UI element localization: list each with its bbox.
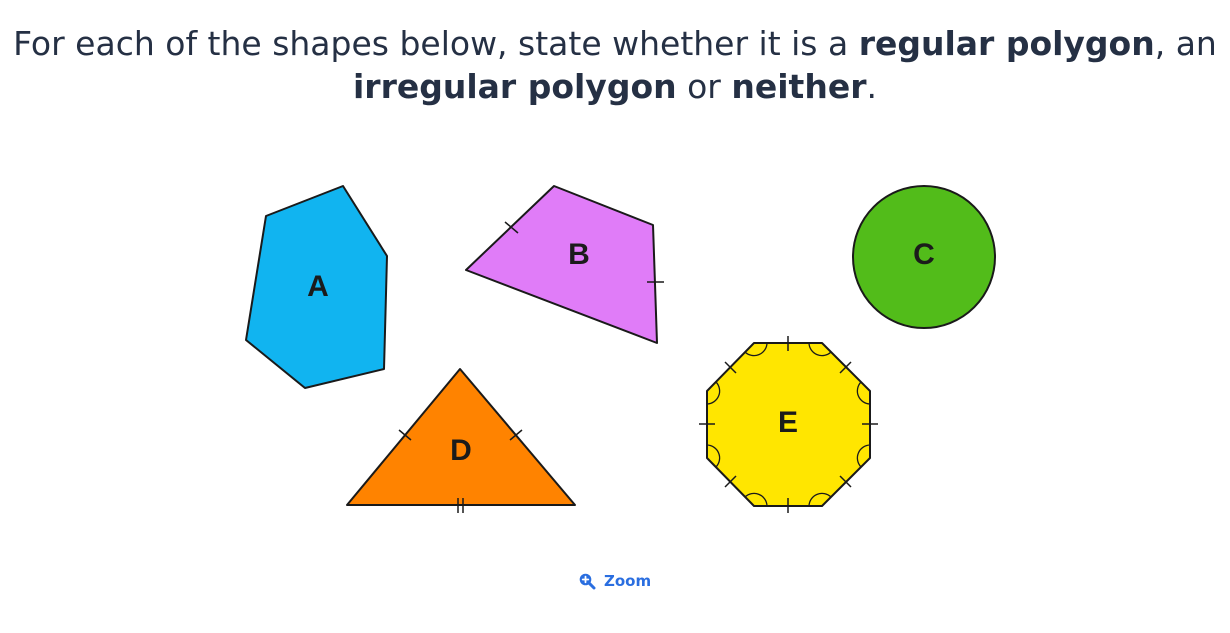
zoom-label[interactable]: Zoom xyxy=(604,572,651,590)
shape-b-label: B xyxy=(568,238,590,271)
shape-d-label: D xyxy=(450,434,472,467)
shape-d: D xyxy=(346,368,576,513)
zoom-in-icon xyxy=(579,573,596,590)
shapes-figure: A B C D E xyxy=(245,185,996,513)
shape-e-label: E xyxy=(778,406,798,439)
shape-c-label: C xyxy=(913,238,935,271)
shape-c: C xyxy=(852,185,996,329)
zoom-button[interactable]: Zoom xyxy=(578,570,651,592)
shape-b: B xyxy=(465,185,664,344)
shape-b-polygon xyxy=(465,185,658,344)
shape-e: E xyxy=(699,336,878,513)
shape-a: A xyxy=(245,185,388,389)
shape-a-label: A xyxy=(307,270,329,303)
